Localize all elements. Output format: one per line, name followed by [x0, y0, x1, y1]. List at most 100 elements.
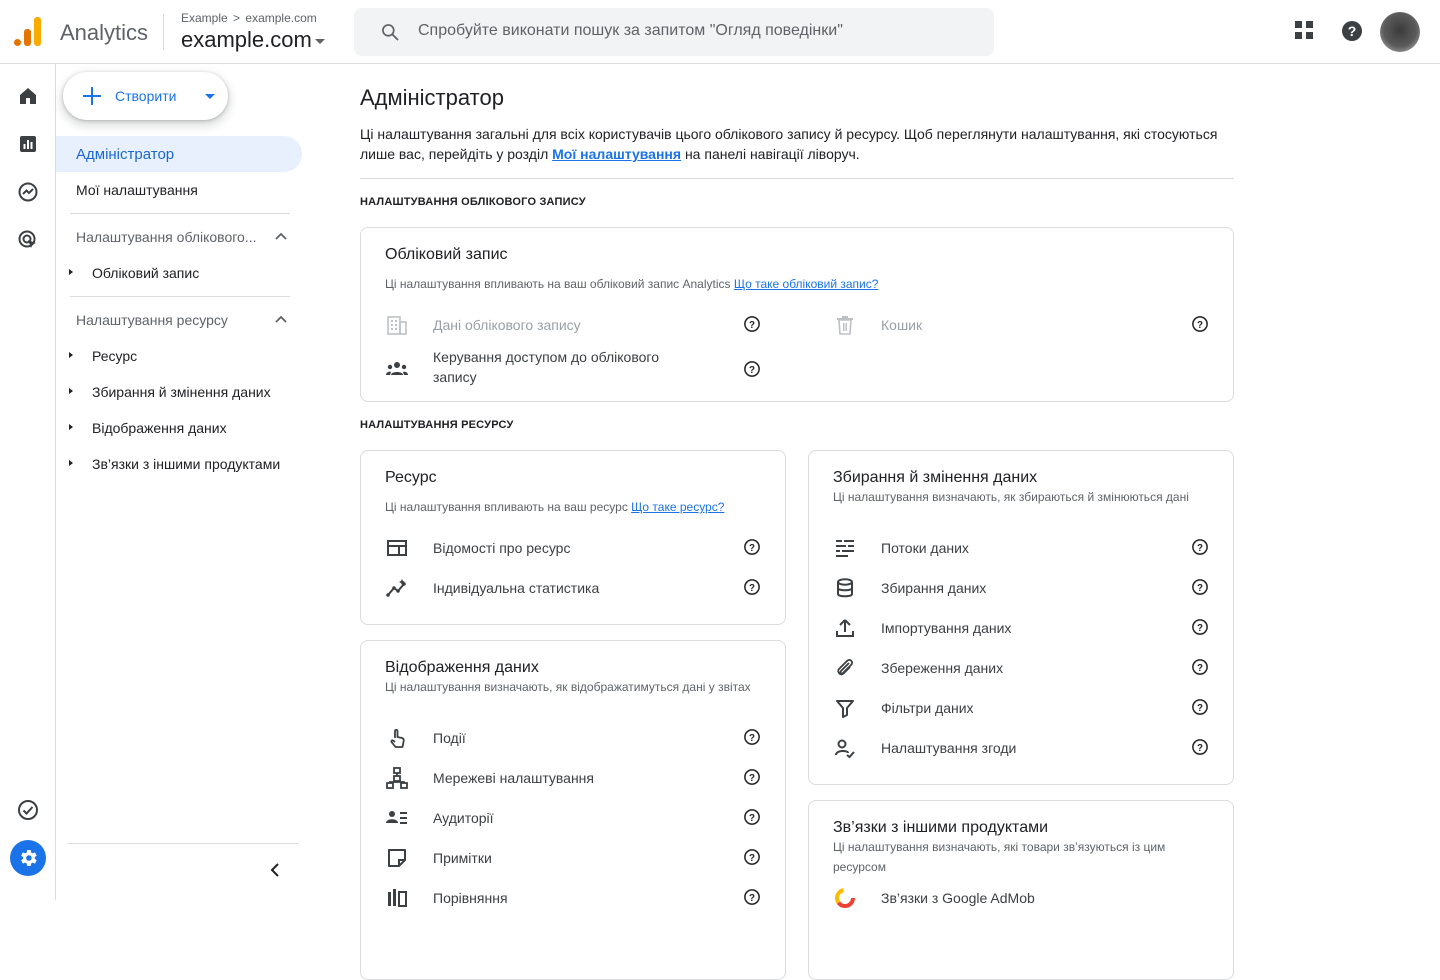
consent-settings-row[interactable]: Налаштування згоди ?	[833, 730, 1209, 766]
advertising-icon[interactable]	[16, 228, 40, 252]
chevron-up-icon[interactable]	[274, 313, 288, 327]
help-circle-icon[interactable]: ?	[1191, 698, 1209, 716]
nav-item-admin[interactable]: Адміністратор	[56, 136, 302, 172]
expand-arrow-icon[interactable]	[69, 388, 73, 394]
search-bar[interactable]: Спробуйте виконати пошук за запитом "Огл…	[354, 8, 994, 56]
streams-icon	[836, 540, 854, 557]
help-circle-icon[interactable]: ?	[743, 808, 761, 826]
nav-section-account[interactable]: Налаштування облікового...	[76, 229, 257, 245]
svg-text:?: ?	[749, 365, 755, 376]
plus-icon	[83, 87, 101, 105]
admin-button[interactable]	[10, 840, 46, 876]
help-circle-icon[interactable]: ?	[743, 728, 761, 746]
nav-divider	[70, 296, 290, 297]
nav-item-property[interactable]: Ресурс	[92, 348, 137, 364]
note-icon	[388, 849, 406, 867]
expand-arrow-icon[interactable]	[69, 460, 73, 466]
create-button[interactable]: Створити	[63, 72, 228, 120]
audience-icon	[386, 811, 407, 824]
card-title: Збирання й змінення даних	[833, 469, 1038, 486]
nav-item-data-collection[interactable]: Збирання й змінення даних	[92, 384, 271, 400]
audiences-row[interactable]: Аудиторії ?	[385, 800, 761, 836]
account-avatar[interactable]	[1380, 12, 1420, 52]
help-circle-icon[interactable]: ?	[743, 578, 761, 596]
help-circle-icon[interactable]: ?	[743, 888, 761, 906]
app-name: Analytics	[60, 20, 149, 45]
custom-insights-row[interactable]: Індивідуальна статистика ?	[385, 570, 761, 606]
collapse-nav-icon[interactable]	[268, 862, 284, 878]
help-circle-icon[interactable]: ?	[1191, 538, 1209, 556]
comparisons-row[interactable]: Порівняння ?	[385, 880, 761, 916]
card-title: Ресурс	[385, 469, 437, 486]
property-details-row[interactable]: Відомості про ресурс ?	[385, 530, 761, 566]
chevron-up-icon[interactable]	[274, 230, 288, 244]
data-display-card: Відображення даних Ці налаштування визна…	[360, 640, 786, 980]
data-collection-card: Збирання й змінення даних Ці налаштуванн…	[808, 450, 1234, 785]
nav-item-data-display[interactable]: Відображення даних	[92, 420, 227, 436]
help-circle-icon[interactable]: ?	[743, 315, 761, 333]
header-divider	[163, 14, 164, 50]
help-circle-icon[interactable]: ?	[743, 360, 761, 378]
touch-icon	[390, 728, 405, 748]
help-circle-icon[interactable]: ?	[1191, 658, 1209, 676]
data-collection-row[interactable]: Збирання даних ?	[833, 570, 1209, 606]
help-icon[interactable]: ?	[1340, 19, 1364, 43]
card-description: Ці налаштування впливають на ваш ресурс …	[385, 497, 724, 517]
reports-icon[interactable]	[16, 132, 40, 156]
help-circle-icon[interactable]: ?	[743, 848, 761, 866]
breadcrumb-child: example.com	[245, 11, 317, 25]
row-label: Кошик	[881, 317, 923, 333]
help-circle-icon[interactable]: ?	[743, 768, 761, 786]
nav-divider	[70, 213, 290, 214]
what-is-account-link[interactable]: Що таке обліковий запис?	[734, 277, 879, 291]
caret-down-icon	[314, 38, 325, 44]
svg-text:?: ?	[1197, 743, 1203, 754]
card-title: Відображення даних	[385, 659, 539, 676]
help-circle-icon[interactable]: ?	[1191, 315, 1209, 333]
expand-arrow-icon[interactable]	[69, 424, 73, 430]
trash-row[interactable]: Кошик ?	[833, 307, 1209, 343]
row-label: Налаштування згоди	[881, 740, 1017, 756]
svg-text:?: ?	[749, 893, 755, 904]
insights-icon	[386, 579, 406, 597]
svg-text:?: ?	[1197, 623, 1203, 634]
account-details-row[interactable]: Дані облікового запису ?	[385, 307, 761, 343]
apps-grid-icon[interactable]	[1294, 20, 1314, 40]
help-circle-icon[interactable]: ?	[1191, 578, 1209, 596]
data-import-row[interactable]: Імпортування даних ?	[833, 610, 1209, 646]
home-icon[interactable]	[16, 84, 40, 108]
svg-text:?: ?	[749, 320, 755, 331]
analytics-logo-icon[interactable]	[14, 16, 44, 46]
data-streams-row[interactable]: Потоки даних ?	[833, 530, 1209, 566]
what-is-property-link[interactable]: Що таке ресурс?	[631, 500, 724, 514]
row-label: Збереження даних	[881, 660, 1004, 676]
search-input[interactable]: Спробуйте виконати пошук за запитом "Огл…	[418, 22, 843, 40]
explore-icon[interactable]	[16, 180, 40, 204]
notes-row[interactable]: Примітки ?	[385, 840, 761, 876]
network-settings-row[interactable]: Мережеві налаштування ?	[385, 760, 761, 796]
data-retention-row[interactable]: Збереження даних ?	[833, 650, 1209, 686]
card-description: Ці налаштування визначають, як відобража…	[385, 680, 751, 694]
property-picker[interactable]: example.com	[181, 27, 325, 53]
row-label: Відомості про ресурс	[433, 540, 571, 556]
filter-icon	[836, 700, 854, 718]
expand-arrow-icon[interactable]	[69, 269, 73, 275]
nav-item-account[interactable]: Обліковий запис	[92, 265, 199, 281]
help-circle-icon[interactable]: ?	[743, 538, 761, 556]
events-row[interactable]: Події ?	[385, 720, 761, 756]
nav-section-property[interactable]: Налаштування ресурсу	[76, 312, 228, 328]
account-breadcrumb[interactable]: Example > example.com	[181, 11, 317, 25]
nav-item-admin-label: Адміністратор	[76, 146, 175, 163]
help-circle-icon[interactable]: ?	[1191, 618, 1209, 636]
data-filters-row[interactable]: Фільтри даних ?	[833, 690, 1209, 726]
nav-item-my-settings[interactable]: Мої налаштування	[76, 182, 198, 198]
person-check-icon	[835, 739, 855, 759]
help-circle-icon[interactable]: ?	[1191, 738, 1209, 756]
access-management-row[interactable]: Керування доступом до облікового запису …	[385, 347, 761, 391]
expand-arrow-icon[interactable]	[69, 352, 73, 358]
admob-links-row[interactable]: Зв’язки з Google AdMob	[833, 880, 1209, 916]
nav-item-product-links[interactable]: Зв’язки з іншими продуктами	[92, 456, 280, 472]
my-settings-link[interactable]: Мої налаштування	[552, 146, 681, 162]
checklist-icon[interactable]	[16, 798, 40, 822]
divider	[360, 178, 1234, 179]
